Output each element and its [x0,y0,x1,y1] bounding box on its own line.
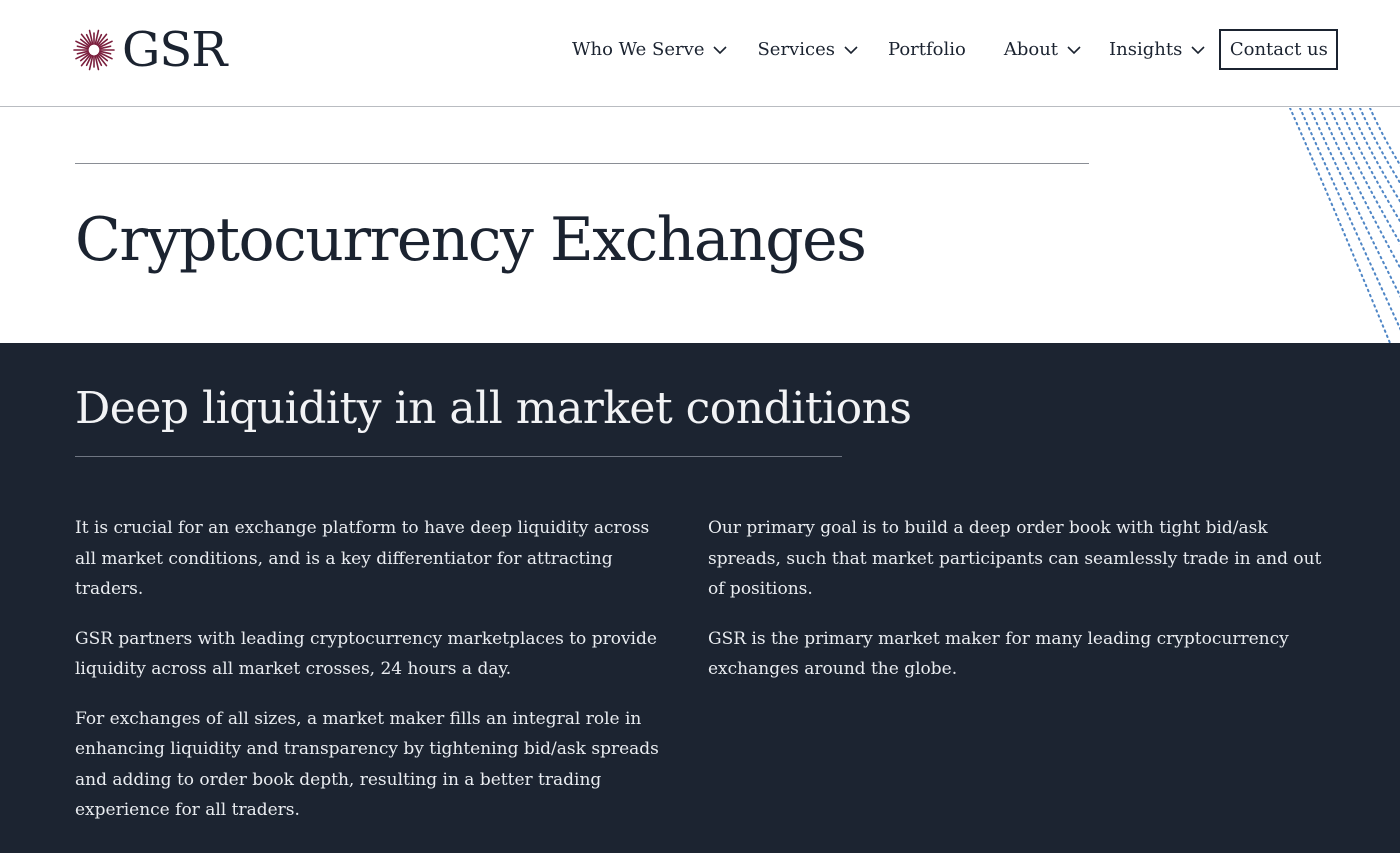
right-column: Our primary goal is to build a deep orde… [708,513,1328,704]
nav-about-label: About [1003,39,1059,60]
site-header: GSR Who We Serve Services Portfolio Abou… [0,0,1400,107]
page-title: Cryptocurrency Exchanges [75,205,867,275]
nav-portfolio-label: Portfolio [887,39,966,60]
nav-about[interactable]: About [1004,39,1081,60]
nav-insights-label: Insights [1109,39,1183,60]
contact-us-button[interactable]: Contact us [1219,29,1339,70]
starburst-icon [73,29,115,71]
logo[interactable]: GSR [72,22,227,78]
nav-portfolio[interactable]: Portfolio [888,39,966,60]
chevron-down-icon [1191,45,1205,54]
liquidity-section: Deep liquidity in all market conditions … [0,343,1400,853]
paragraph: GSR partners with leading cryptocurrency… [75,628,657,680]
paragraph: It is crucial for an exchange platform t… [75,518,650,599]
section-heading: Deep liquidity in all market conditions [75,383,912,434]
chevron-down-icon [1067,45,1081,54]
divider [75,456,842,457]
nav-services-label: Services [757,39,835,60]
paragraph: For exchanges of all sizes, a market mak… [75,708,659,821]
nav-services[interactable]: Services [757,39,858,60]
left-column: It is crucial for an exchange platform t… [75,513,675,845]
paragraph: Our primary goal is to build a deep orde… [708,518,1322,599]
logo-text: GSR [122,22,227,78]
main-nav: Who We Serve Services Portfolio About In… [572,29,1339,70]
nav-insights[interactable]: Insights [1109,39,1205,60]
dotted-lines-decoration [1289,108,1400,343]
nav-who-we-serve-label: Who We Serve [572,39,705,60]
nav-who-we-serve[interactable]: Who We Serve [572,39,728,60]
paragraph: GSR is the primary market maker for many… [708,628,1289,680]
chevron-down-icon [713,45,728,54]
hero: Cryptocurrency Exchanges [0,108,1400,343]
chevron-down-icon [844,45,858,54]
divider [75,163,1089,164]
